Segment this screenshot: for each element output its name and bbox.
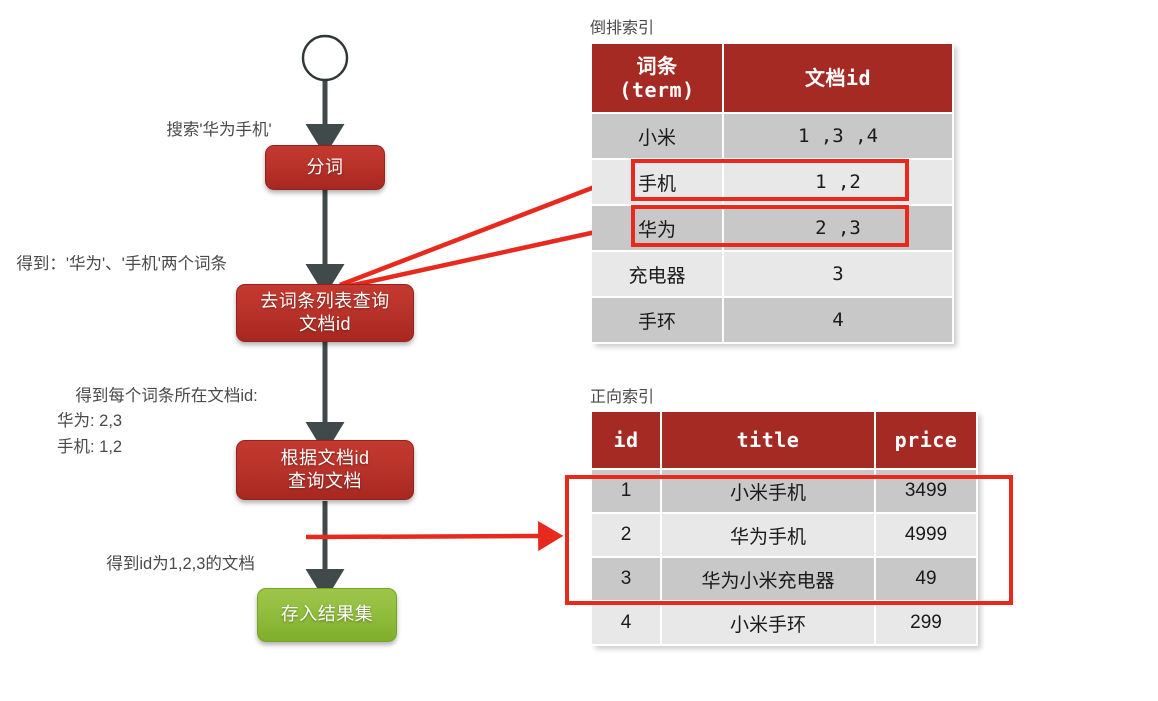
- flow-node-result-set-label: 存入结果集: [280, 604, 374, 625]
- diagram-canvas: 分词 去词条列表查询 文档id 根据文档id 查询文档 存入结果集 搜索'华为手…: [0, 0, 1158, 701]
- arrow-to-huawei-row: [339, 215, 629, 291]
- flow-node-result-set[interactable]: 存入结果集: [257, 588, 397, 642]
- col-header-id: id: [592, 412, 662, 470]
- col-header-docid: 文档id: [724, 44, 954, 114]
- col-header-title: title: [662, 412, 876, 470]
- flow-node-query-docs-label: 根据文档id 查询文档: [280, 447, 370, 491]
- table-row[interactable]: 4 小米手环 299: [592, 602, 978, 646]
- table-row[interactable]: 手环 4: [592, 298, 954, 344]
- cell-docids: 4: [724, 298, 954, 344]
- cell-price: 4999: [876, 514, 978, 558]
- note-docs-text: 得到id为1,2,3的文档: [106, 554, 255, 573]
- table-header-row: 词条 (term) 文档id: [592, 44, 954, 114]
- col-header-term: 词条 (term): [592, 44, 724, 114]
- cell-id: 1: [592, 470, 662, 514]
- cell-docids: 1 ,2: [724, 160, 954, 206]
- table-row[interactable]: 2 华为手机 4999: [592, 514, 978, 558]
- cell-docids: 3: [724, 252, 954, 298]
- note-search: 搜索'华为手机': [148, 92, 272, 169]
- cell-term: 华为: [592, 206, 724, 252]
- cell-term: 手环: [592, 298, 724, 344]
- flow-node-query-docs[interactable]: 根据文档id 查询文档: [236, 440, 414, 500]
- col-header-price: price: [876, 412, 978, 470]
- note-terms-text: 得到：'华为'、'手机'两个词条: [16, 254, 227, 273]
- arrow-to-shouji-row: [339, 167, 633, 288]
- cell-docids: 2 ,3: [724, 206, 954, 252]
- table-row[interactable]: 充电器 3: [592, 252, 954, 298]
- start-circle: [301, 34, 349, 82]
- cell-title: 华为小米充电器: [662, 558, 876, 602]
- table-row[interactable]: 华为 2 ,3: [592, 206, 954, 252]
- cell-term: 小米: [592, 114, 724, 160]
- flow-node-fenci-label: 分词: [306, 156, 344, 177]
- note-docs: 得到id为1,2,3的文档: [88, 526, 255, 603]
- table-row[interactable]: 1 小米手机 3499: [592, 470, 978, 514]
- table-header-row: id title price: [592, 412, 978, 470]
- note-search-text: 搜索'华为手机': [166, 120, 272, 139]
- forward-index-caption-text: 正向索引: [590, 389, 655, 406]
- cell-term: 充电器: [592, 252, 724, 298]
- cell-title: 小米手机: [662, 470, 876, 514]
- cell-term: 手机: [592, 160, 724, 206]
- forward-index-caption: 正向索引: [590, 383, 654, 407]
- note-docids-text: 得到每个词条所在文档id: 华为: 2,3 手机: 1,2: [57, 386, 258, 456]
- cell-price: 3499: [876, 470, 978, 514]
- arrow-to-forward-index: [305, 520, 564, 552]
- flow-node-query-terms[interactable]: 去词条列表查询 文档id: [236, 284, 414, 342]
- flow-node-fenci[interactable]: 分词: [265, 145, 385, 190]
- cell-title: 小米手环: [662, 602, 876, 646]
- cell-id: 2: [592, 514, 662, 558]
- cell-id: 4: [592, 602, 662, 646]
- flow-node-query-terms-label: 去词条列表查询 文档id: [260, 290, 390, 334]
- inverted-index-caption: 倒排索引: [590, 14, 654, 38]
- table-row[interactable]: 小米 1 ,3 ,4: [592, 114, 954, 160]
- table-row[interactable]: 3 华为小米充电器 49: [592, 558, 978, 602]
- cell-price: 299: [876, 602, 978, 646]
- cell-price: 49: [876, 558, 978, 602]
- inverted-index-caption-text: 倒排索引: [590, 20, 655, 37]
- table-row[interactable]: 手机 1 ,2: [592, 160, 954, 206]
- note-docids: 得到每个词条所在文档id: 华为: 2,3 手机: 1,2: [57, 358, 258, 486]
- note-terms: 得到：'华为'、'手机'两个词条: [0, 226, 227, 303]
- inverted-index-table: 词条 (term) 文档id 小米 1 ,3 ,4 手机 1 ,2 华为 2 ,…: [592, 44, 954, 344]
- cell-title: 华为手机: [662, 514, 876, 558]
- forward-index-table: id title price 1 小米手机 3499 2 华为手机 4999 3…: [592, 412, 978, 646]
- cell-id: 3: [592, 558, 662, 602]
- cell-docids: 1 ,3 ,4: [724, 114, 954, 160]
